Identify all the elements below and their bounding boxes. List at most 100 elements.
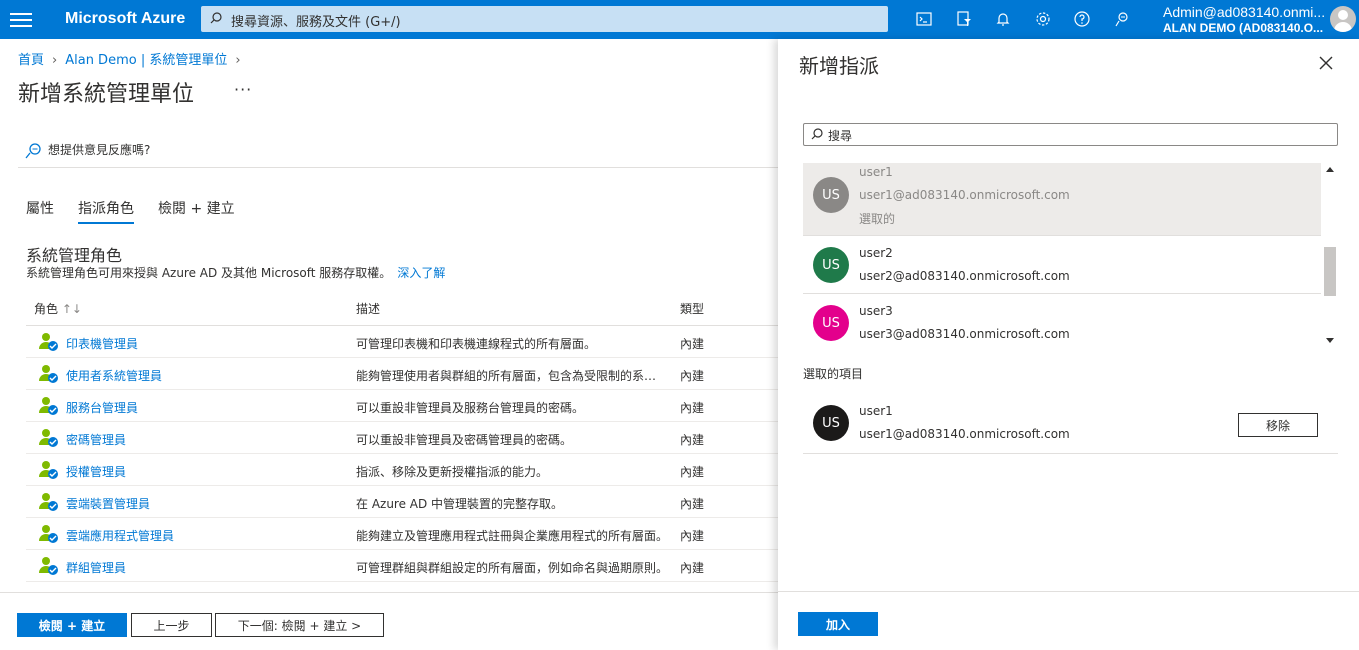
role-type: 內建	[680, 337, 705, 351]
table-row[interactable]: 密碼管理員 可以重設非管理員及密碼管理員的密碼。 內建	[26, 422, 778, 454]
directory-filter-icon[interactable]	[952, 7, 976, 31]
role-desc: 可以重設非管理員及密碼管理員的密碼。	[356, 433, 573, 447]
table-row[interactable]: 使用者系統管理員 能夠管理使用者與群組的所有層面，包含為受限制的系統管理員重設密碼…	[26, 358, 778, 390]
gear-icon[interactable]	[1031, 7, 1055, 31]
user-name: user1	[859, 165, 893, 179]
sort-icon[interactable]: ↑↓	[62, 302, 82, 316]
avatar-initials: US	[822, 415, 840, 431]
search-icon	[210, 12, 222, 24]
panel-search-placeholder: 搜尋	[828, 129, 853, 143]
breadcrumb-home[interactable]: 首頁	[18, 53, 44, 68]
role-desc: 能夠建立及管理應用程式註冊與企業應用程式的所有層面。	[356, 529, 668, 543]
role-desc: 能夠管理使用者與群組的所有層面，包含為受限制的系統管理員重設密碼。	[356, 369, 668, 383]
feedback-text: 想提供意見反應嗎?	[48, 143, 151, 157]
user-name: user2	[859, 246, 893, 260]
role-name[interactable]: 密碼管理員	[66, 431, 126, 448]
list-item[interactable]: US user1 user1@ad083140.onmicrosoft.com …	[803, 163, 1321, 236]
tenant-name: ALAN DEMO (AD083140.O...	[1163, 21, 1324, 35]
user-email: user2@ad083140.onmicrosoft.com	[859, 269, 1070, 283]
col-header-type: 類型	[680, 302, 705, 316]
chevron-right-icon: ›	[235, 53, 241, 68]
role-desc: 在 Azure AD 中管理裝置的完整存取。	[356, 497, 564, 511]
role-desc: 可管理群組與群組設定的所有層面，例如命名與過期原則。	[356, 561, 668, 575]
scrollbar[interactable]	[1322, 163, 1338, 347]
table-row[interactable]: 服務台管理員 可以重設非管理員及服務台管理員的密碼。 內建	[26, 390, 778, 422]
learn-more-link[interactable]: 深入了解	[397, 266, 445, 280]
avatar-initials: US	[822, 257, 840, 273]
table-row[interactable]: 群組管理員 可管理群組與群組設定的所有層面，例如命名與過期原則。 內建	[26, 550, 778, 582]
cloud-shell-icon[interactable]	[912, 7, 936, 31]
feedback-link[interactable]: 想提供意見反應嗎?	[24, 141, 150, 159]
menu-icon[interactable]	[10, 10, 32, 28]
role-name[interactable]: 雲端應用程式管理員	[66, 527, 174, 544]
selected-items-header: 選取的項目	[803, 367, 864, 381]
user-email: user1@ad083140.onmicrosoft.com	[859, 427, 1070, 441]
role-desc: 可管理印表機和印表機連線程式的所有層面。	[356, 337, 597, 351]
avatar: US	[813, 177, 849, 213]
role-name[interactable]: 服務台管理員	[66, 399, 138, 416]
role-icon	[38, 395, 60, 417]
table-row[interactable]: 雲端應用程式管理員 能夠建立及管理應用程式註冊與企業應用程式的所有層面。 內建	[26, 518, 778, 550]
avatar: US	[813, 305, 849, 341]
help-icon[interactable]	[1070, 7, 1094, 31]
add-assignment-panel: 新增指派 搜尋 US user1 user1@ad083140.onmicros…	[778, 39, 1359, 650]
role-type: 內建	[680, 465, 705, 479]
add-button[interactable]: 加入	[798, 612, 878, 636]
remove-button[interactable]: 移除	[1238, 413, 1318, 437]
role-desc: 可以重設非管理員及服務台管理員的密碼。	[356, 401, 585, 415]
review-create-button[interactable]: 檢閱 + 建立	[17, 613, 127, 637]
role-icon	[38, 363, 60, 385]
footer-bar: 檢閱 + 建立 上一步 下一個: 檢閱 + 建立 >	[0, 592, 778, 650]
role-type: 內建	[680, 529, 705, 543]
breadcrumb: 首頁 › Alan Demo | 系統管理單位 ›	[18, 49, 249, 68]
section-subtitle: 系統管理角色可用來授與 Azure AD 及其他 Microsoft 服務存取權…	[26, 264, 445, 281]
brand-label[interactable]: Microsoft Azure	[65, 10, 185, 28]
panel-footer: 加入	[778, 591, 1359, 650]
role-type: 內建	[680, 401, 705, 415]
page-title: 新增系統管理單位	[18, 82, 195, 107]
list-item[interactable]: US user3 user3@ad083140.onmicrosoft.com	[803, 294, 1321, 347]
role-name[interactable]: 群組管理員	[66, 559, 126, 576]
role-icon	[38, 427, 60, 449]
role-name[interactable]: 授權管理員	[66, 463, 126, 480]
role-name[interactable]: 使用者系統管理員	[66, 367, 162, 384]
account-menu[interactable]: Admin@ad083140.onmi... ALAN DEMO (AD0831…	[1163, 4, 1333, 35]
tab-assign-roles[interactable]: 指派角色	[78, 198, 134, 224]
avatar[interactable]	[1330, 6, 1356, 32]
list-item[interactable]: US user2 user2@ad083140.onmicrosoft.com	[803, 236, 1321, 294]
global-search-placeholder: 搜尋資源、服務及文件 (G+/)	[231, 15, 401, 30]
role-desc: 指派、移除及更新授權指派的能力。	[356, 465, 549, 479]
panel-search-input[interactable]: 搜尋	[803, 123, 1338, 146]
table-row[interactable]: 授權管理員 指派、移除及更新授權指派的能力。 內建	[26, 454, 778, 486]
role-icon	[38, 459, 60, 481]
scrollbar-thumb[interactable]	[1324, 247, 1336, 296]
panel-title: 新增指派	[799, 54, 879, 78]
col-header-role[interactable]: 角色 ↑↓	[34, 300, 82, 317]
tab-review-create[interactable]: 檢閱 + 建立	[158, 198, 235, 224]
user-list: US user1 user1@ad083140.onmicrosoft.com …	[803, 163, 1338, 347]
avatar: US	[813, 247, 849, 283]
selected-status: 選取的	[859, 212, 896, 226]
col-header-desc: 描述	[356, 302, 381, 316]
account-name: Admin@ad083140.onmi...	[1163, 4, 1326, 20]
role-name[interactable]: 印表機管理員	[66, 335, 138, 352]
tab-properties[interactable]: 屬性	[26, 198, 54, 224]
role-icon	[38, 491, 60, 513]
role-name[interactable]: 雲端裝置管理員	[66, 495, 150, 512]
breadcrumb-parent[interactable]: Alan Demo | 系統管理單位	[65, 53, 227, 68]
scroll-up-icon[interactable]	[1326, 167, 1334, 172]
scroll-down-icon[interactable]	[1326, 338, 1334, 343]
role-icon	[38, 555, 60, 577]
table-row[interactable]: 雲端裝置管理員 在 Azure AD 中管理裝置的完整存取。 內建	[26, 486, 778, 518]
next-button[interactable]: 下一個: 檢閱 + 建立 >	[215, 613, 384, 637]
previous-button[interactable]: 上一步	[131, 613, 212, 637]
more-options-icon[interactable]: ···	[234, 80, 252, 99]
global-search-input[interactable]: 搜尋資源、服務及文件 (G+/)	[201, 6, 888, 32]
feedback-icon[interactable]	[1110, 7, 1134, 31]
role-type: 內建	[680, 433, 705, 447]
table-row[interactable]: 印表機管理員 可管理印表機和印表機連線程式的所有層面。 內建	[26, 326, 778, 358]
role-type: 內建	[680, 497, 705, 511]
close-icon[interactable]	[1318, 55, 1334, 71]
bell-icon[interactable]	[991, 7, 1015, 31]
selected-item: US user1 user1@ad083140.onmicrosoft.com …	[803, 394, 1338, 454]
